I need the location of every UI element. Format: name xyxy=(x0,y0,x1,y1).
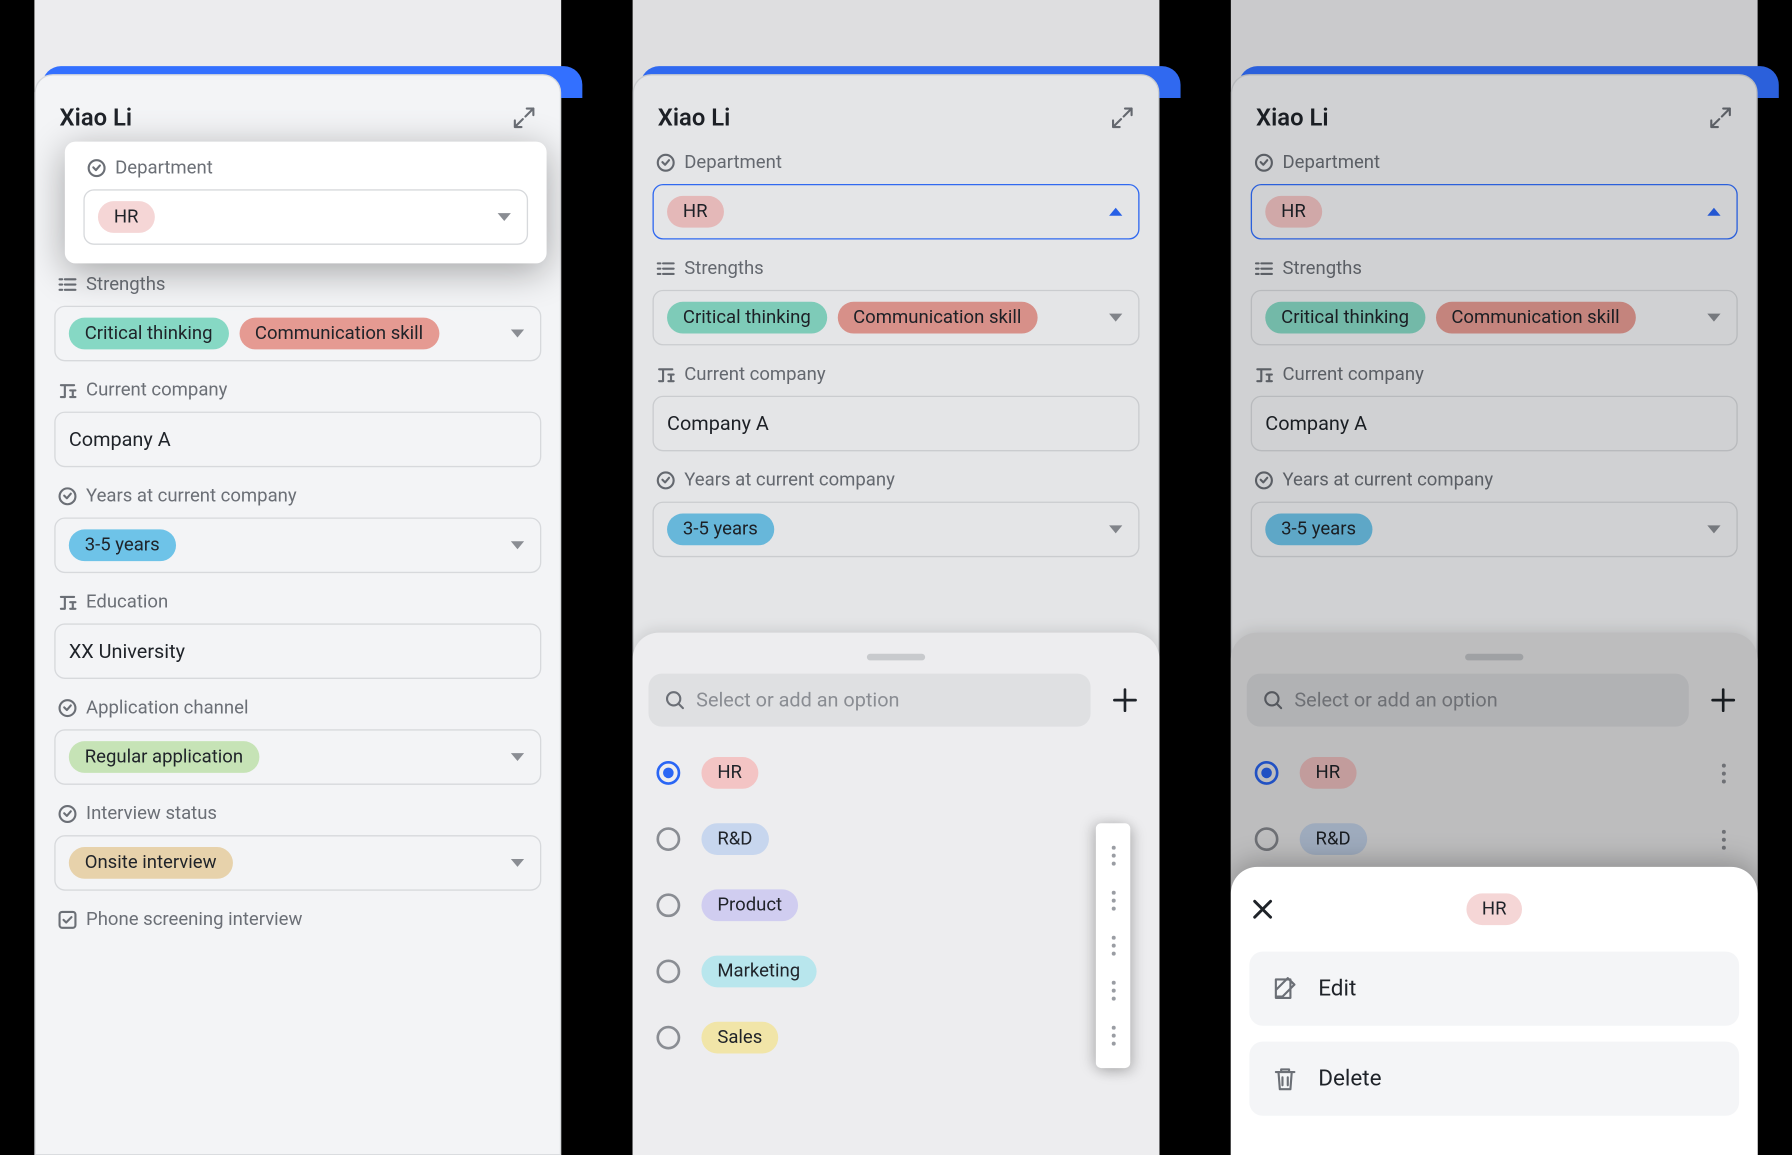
education-input[interactable]: XX University xyxy=(54,623,541,679)
option-rnd[interactable]: R&D xyxy=(649,806,1144,872)
more-icon[interactable] xyxy=(1111,891,1115,911)
close-button[interactable] xyxy=(1249,896,1275,922)
option-pill: R&D xyxy=(701,823,768,855)
field-current-company: Current company Company A xyxy=(54,380,541,467)
option-product[interactable]: Product xyxy=(649,872,1144,938)
pill-channel: Regular application xyxy=(69,741,259,773)
status-select[interactable]: Onsite interview xyxy=(54,835,541,891)
more-icon[interactable] xyxy=(1111,846,1115,866)
delete-button[interactable]: Delete xyxy=(1249,1042,1739,1116)
trash-icon xyxy=(1271,1064,1300,1093)
checkbox-icon xyxy=(57,909,78,930)
field-strengths: Strengths Critical thinking Communicatio… xyxy=(54,274,541,361)
option-picker-sheet: Select or add an option HR R&D Product M… xyxy=(633,633,1160,1155)
more-icon[interactable] xyxy=(1111,936,1115,956)
option-more-menu-strip xyxy=(1096,823,1130,1068)
radio-selected-icon xyxy=(656,761,680,785)
company-input[interactable]: Company A xyxy=(54,412,541,468)
select-icon xyxy=(57,697,78,718)
label-strengths: Strengths xyxy=(86,274,165,295)
chevron-down-icon xyxy=(511,541,524,549)
chevron-down-icon xyxy=(511,330,524,338)
label-phone: Phone screening interview xyxy=(86,909,302,930)
select-icon xyxy=(57,803,78,824)
edit-button[interactable]: Edit xyxy=(1249,952,1739,1026)
label-channel: Application channel xyxy=(86,697,248,718)
more-icon[interactable] xyxy=(1111,1025,1115,1045)
pill-department: HR xyxy=(98,201,154,233)
radio-icon xyxy=(656,893,680,917)
option-pill: HR xyxy=(701,757,757,789)
edit-label: Edit xyxy=(1318,975,1356,1001)
option-pill: Sales xyxy=(701,1022,778,1054)
option-sales[interactable]: Sales xyxy=(649,1005,1144,1071)
add-option-button[interactable] xyxy=(1106,682,1143,719)
label-department: Department xyxy=(115,157,213,178)
pill-strength-1: Critical thinking xyxy=(69,318,229,350)
chevron-down-icon xyxy=(511,859,524,867)
label-years: Years at current company xyxy=(86,486,297,507)
edit-icon xyxy=(1271,974,1300,1003)
channel-select[interactable]: Regular application xyxy=(54,729,541,785)
panel-closed-dropdown: Xiao Li Strengths Critical thinking Comm… xyxy=(0,0,596,1155)
label-company: Current company xyxy=(86,380,227,401)
picker-placeholder: Select or add an option xyxy=(696,688,899,712)
delete-label: Delete xyxy=(1318,1065,1381,1091)
company-value: Company A xyxy=(69,427,171,451)
field-education: Education XX University xyxy=(54,592,541,679)
multiselect-icon xyxy=(57,274,78,295)
chevron-down-icon xyxy=(498,213,511,221)
picker-search-input[interactable]: Select or add an option xyxy=(649,674,1091,727)
text-icon xyxy=(57,380,78,401)
expand-icon[interactable] xyxy=(512,106,536,130)
sheet-grabber[interactable] xyxy=(867,654,925,661)
option-pill: Marketing xyxy=(701,956,816,988)
record-card: Xiao Li Strengths Critical thinking Comm… xyxy=(34,74,561,1155)
search-icon xyxy=(664,690,685,711)
department-popout: Department HR xyxy=(65,142,547,264)
education-value: XX University xyxy=(69,639,185,663)
pill-status: Onsite interview xyxy=(69,847,233,879)
radio-icon xyxy=(656,827,680,851)
option-marketing[interactable]: Marketing xyxy=(649,938,1144,1004)
field-years: Years at current company 3-5 years xyxy=(54,486,541,573)
radio-icon xyxy=(656,960,680,984)
picker-search-row: Select or add an option xyxy=(649,674,1144,727)
department-select[interactable]: HR xyxy=(83,189,528,245)
card-title: Xiao Li xyxy=(60,104,133,132)
select-icon xyxy=(86,157,107,178)
panel-picker-open: Xiao Li Department HR Strengths Critical… xyxy=(598,0,1194,1155)
text-icon xyxy=(57,592,78,613)
picker-options: HR R&D Product Marketing Sales xyxy=(649,740,1144,1071)
field-channel: Application channel Regular application xyxy=(54,697,541,784)
panel-option-actions: Xiao Li Department HR Strengths Critical… xyxy=(1196,0,1792,1155)
chevron-down-icon xyxy=(511,753,524,761)
pill-strength-2: Communication skill xyxy=(239,318,439,350)
field-phone: Phone screening interview xyxy=(54,909,541,930)
option-hr[interactable]: HR xyxy=(649,740,1144,806)
option-action-sheet: HR Edit Delete xyxy=(1231,867,1758,1155)
label-status: Interview status xyxy=(86,803,217,824)
select-icon xyxy=(57,486,78,507)
more-icon[interactable] xyxy=(1111,980,1115,1000)
pill-years: 3-5 years xyxy=(69,529,176,561)
strengths-select[interactable]: Critical thinking Communication skill xyxy=(54,306,541,362)
field-status: Interview status Onsite interview xyxy=(54,803,541,890)
label-education: Education xyxy=(86,592,168,613)
years-select[interactable]: 3-5 years xyxy=(54,517,541,573)
option-pill: Product xyxy=(701,889,798,921)
context-pill: HR xyxy=(1466,893,1522,925)
radio-icon xyxy=(656,1026,680,1050)
